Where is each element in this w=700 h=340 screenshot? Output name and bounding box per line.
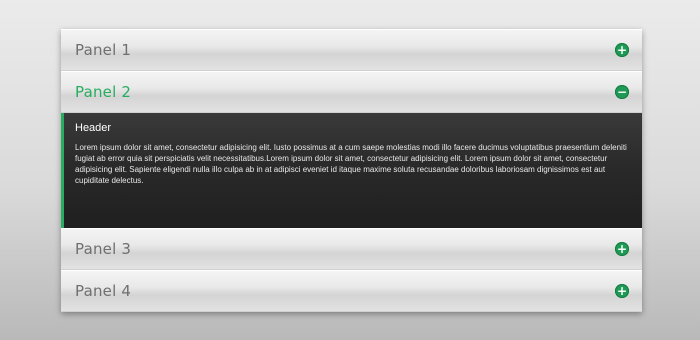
content-body-text: Lorem ipsum dolor sit amet, consectetur … — [75, 143, 627, 185]
minus-circle-icon[interactable]: − — [615, 85, 629, 99]
panel-title-2: Panel 2 — [75, 83, 132, 101]
plus-circle-icon[interactable]: + — [615, 43, 629, 57]
panel-content-2: Header Lorem ipsum dolor sit amet, conse… — [61, 113, 642, 228]
panel-title-1: Panel 1 — [75, 41, 132, 59]
accordion: Panel 1 + Panel 2 − Header Lorem ipsum d… — [61, 29, 642, 312]
panel-header-3[interactable]: Panel 3 + — [61, 228, 642, 270]
plus-circle-icon[interactable]: + — [615, 242, 629, 256]
panel-title-3: Panel 3 — [75, 240, 132, 258]
panel-header-2[interactable]: Panel 2 − — [61, 71, 642, 113]
panel-header-1[interactable]: Panel 1 + — [61, 29, 642, 71]
content-header: Header — [75, 122, 112, 134]
panel-header-4[interactable]: Panel 4 + — [61, 270, 642, 312]
panel-title-4: Panel 4 — [75, 282, 132, 300]
plus-circle-icon[interactable]: + — [615, 284, 629, 298]
